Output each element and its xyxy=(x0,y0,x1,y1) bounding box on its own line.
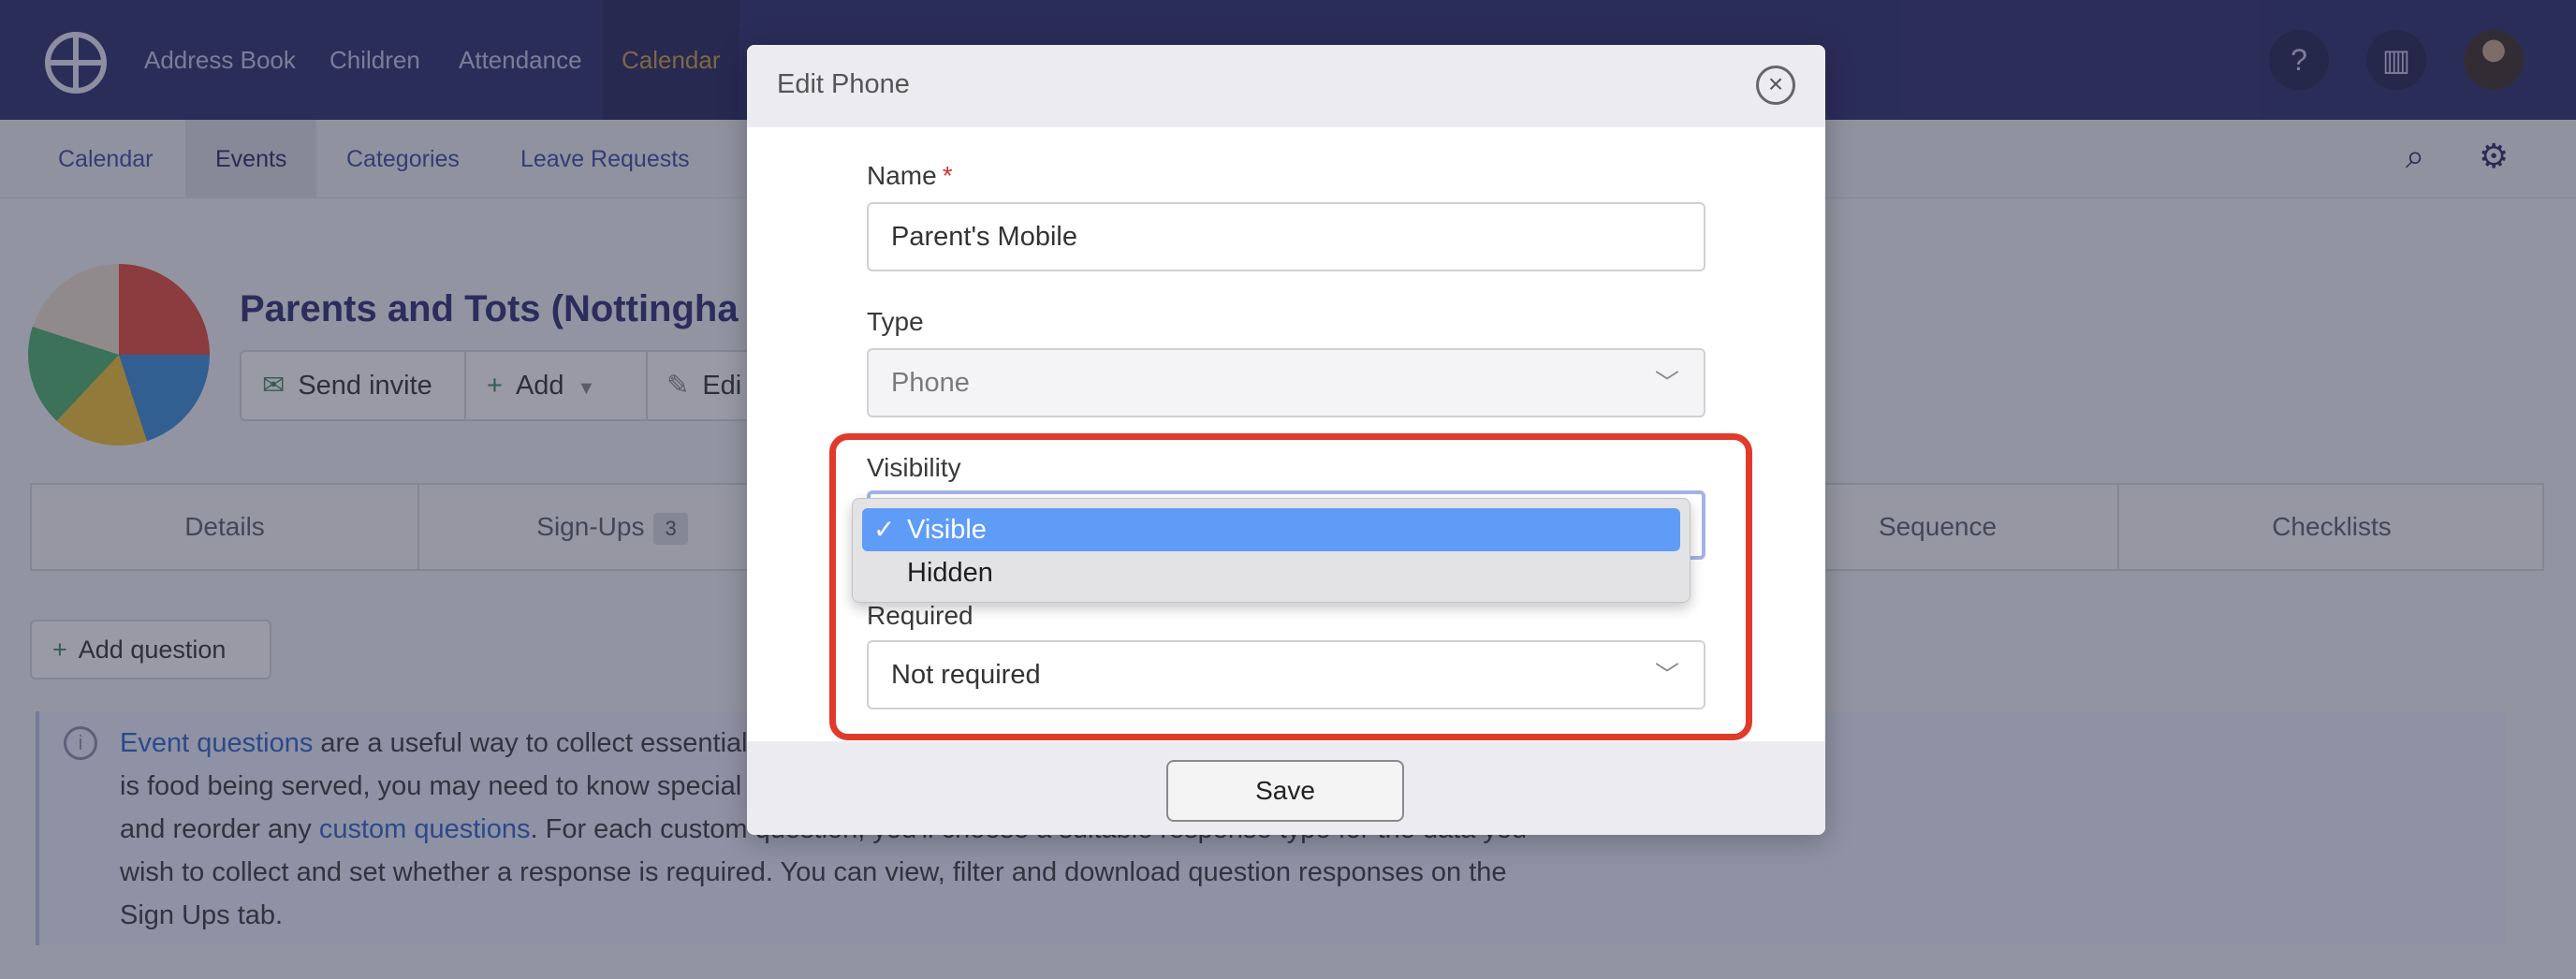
visibility-option-visible[interactable]: ✓ Visible xyxy=(862,508,1680,551)
visibility-option-hidden[interactable]: Hidden xyxy=(862,551,1680,594)
name-label: Name * xyxy=(867,161,953,191)
type-label: Type xyxy=(867,307,924,336)
modal-header: Edit Phone × xyxy=(747,45,1825,127)
name-label-text: Name xyxy=(867,161,937,190)
modal-title: Edit Phone xyxy=(777,69,910,99)
option-label: Visible xyxy=(907,515,987,545)
close-icon[interactable]: × xyxy=(1756,66,1795,105)
save-button[interactable]: Save xyxy=(1166,760,1404,822)
option-label: Hidden xyxy=(907,558,993,588)
chevron-down-icon: ﹀ xyxy=(1654,369,1679,397)
type-select[interactable]: Phone ﹀ xyxy=(867,348,1705,417)
modal-footer: Save xyxy=(747,741,1825,835)
checkmark-icon: ✓ xyxy=(873,515,896,544)
type-value: Phone xyxy=(891,368,970,398)
name-input[interactable]: Parent's Mobile xyxy=(867,202,1705,271)
required-asterisk: * xyxy=(942,161,953,190)
visibility-dropdown: ✓ Visible Hidden xyxy=(852,498,1690,603)
